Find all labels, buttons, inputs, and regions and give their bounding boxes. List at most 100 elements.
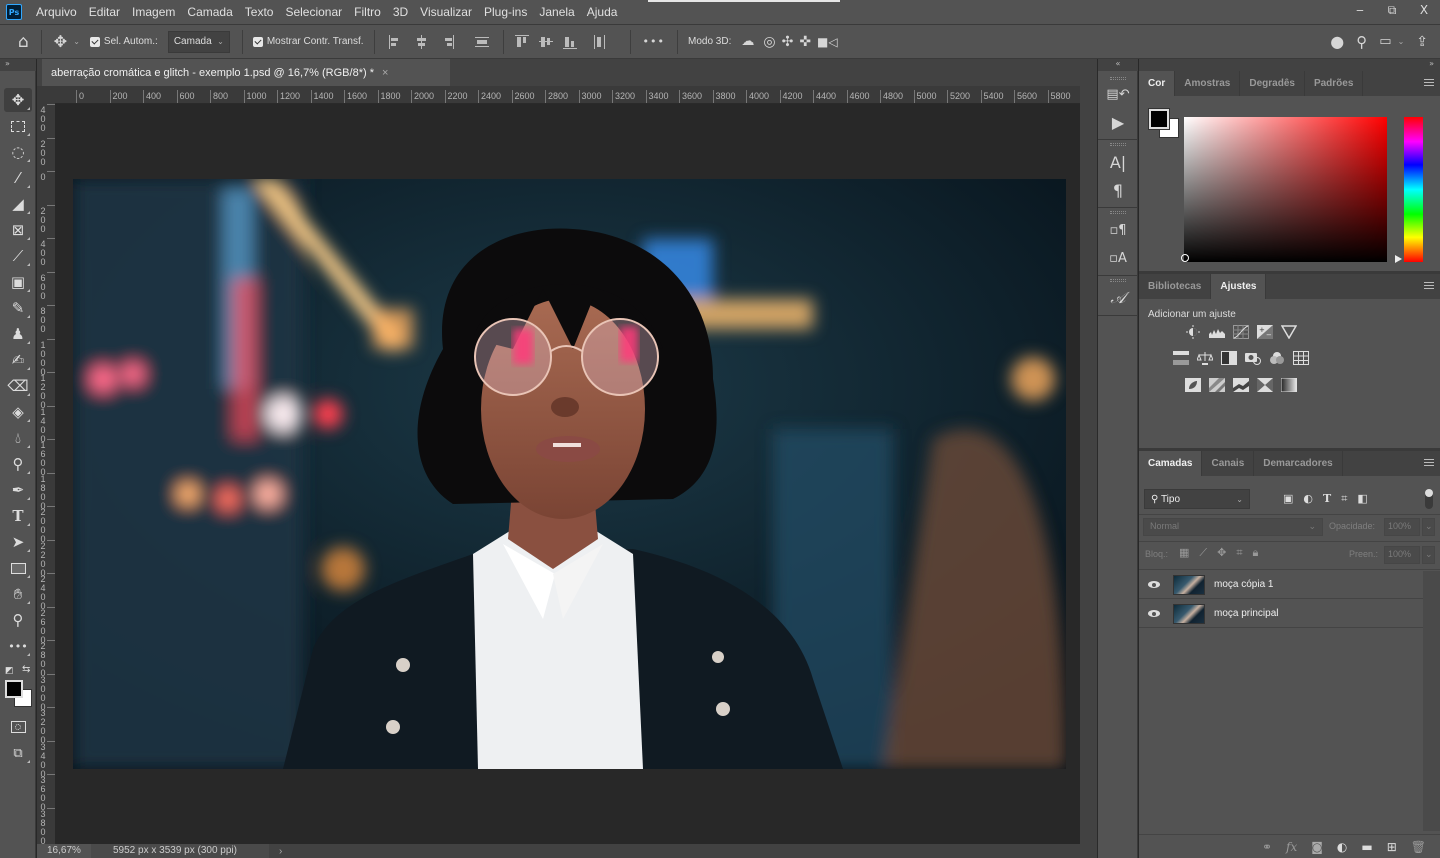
- tab-padroes[interactable]: Padrões: [1305, 71, 1364, 96]
- lock-all-icon[interactable]: 🔒︎: [1253, 546, 1259, 560]
- visibility-eye-icon[interactable]: [1139, 610, 1169, 617]
- ruler-origin[interactable]: [37, 86, 55, 104]
- dodge-tool[interactable]: ⚲: [4, 452, 32, 476]
- menu-arquivo[interactable]: Arquivo: [30, 0, 83, 24]
- lock-position-icon[interactable]: ✥: [1217, 546, 1226, 560]
- levels-icon[interactable]: [1209, 325, 1225, 339]
- lock-image-icon[interactable]: ⟋: [1199, 546, 1207, 560]
- smart-object-filter-icon[interactable]: ◧: [1357, 492, 1367, 506]
- edit-toolbar-icon[interactable]: •••: [4, 634, 32, 658]
- menu-editar[interactable]: Editar: [83, 0, 126, 24]
- eyedropper-tool[interactable]: ⟋: [4, 244, 32, 268]
- layer-row[interactable]: moça principal: [1139, 600, 1423, 628]
- tab-degrades[interactable]: Degradês: [1240, 71, 1305, 96]
- path-selection-tool[interactable]: ➤: [4, 530, 32, 554]
- layer-style-fx-icon[interactable]: fx: [1286, 840, 1297, 854]
- zoom-level[interactable]: 16,67%: [37, 844, 91, 858]
- selective-color-icon[interactable]: [1257, 378, 1273, 392]
- new-layer-icon[interactable]: ⊞: [1387, 840, 1397, 854]
- glyphs-icon[interactable]: 𝒜: [1107, 287, 1129, 309]
- collapse-panels[interactable]: »: [1139, 59, 1440, 71]
- threshold-icon[interactable]: [1233, 378, 1249, 392]
- blend-mode-dropdown[interactable]: Normal ⌄: [1143, 518, 1323, 536]
- ruler-horizontal[interactable]: 0 200 400 600 800 1000 1200 1400 1600 1800 2000 220…: [55, 86, 1080, 104]
- tab-demarcadores[interactable]: Demarcadores: [1254, 451, 1343, 476]
- pan-3d-icon[interactable]: ✣: [779, 34, 797, 50]
- swap-colors-icon[interactable]: ⇆: [22, 664, 30, 675]
- filter-toggle[interactable]: [1425, 489, 1433, 509]
- tab-amostras[interactable]: Amostras: [1175, 71, 1241, 96]
- layer-name[interactable]: moça cópia 1: [1214, 579, 1273, 590]
- menu-3d[interactable]: 3D: [387, 0, 414, 24]
- tab-canais[interactable]: Canais: [1202, 451, 1255, 476]
- hue-slider[interactable]: [1404, 117, 1423, 262]
- search-icon[interactable]: ⚲: [1350, 33, 1373, 51]
- share-icon[interactable]: ⇪: [1410, 34, 1434, 50]
- shape-layer-filter-icon[interactable]: ⌗: [1341, 492, 1347, 506]
- show-transform-checkbox[interactable]: Mostrar Contr. Transf.: [249, 36, 368, 47]
- fill-input[interactable]: 100%: [1384, 546, 1420, 564]
- menu-camada[interactable]: Camada: [181, 0, 238, 24]
- ruler-vertical[interactable]: 400 200 0 200 400 600 800 1000 1200 1400 1600 1800 2…: [37, 104, 55, 844]
- tab-cor[interactable]: Cor: [1139, 71, 1176, 96]
- character-icon[interactable]: A|: [1107, 151, 1129, 173]
- tab-bibliotecas[interactable]: Bibliotecas: [1139, 274, 1212, 299]
- auto-select-checkbox[interactable]: Sel. Autom.:: [86, 36, 162, 47]
- menu-janela[interactable]: Janela: [533, 0, 580, 24]
- blur-tool[interactable]: 💧︎: [4, 426, 32, 450]
- status-menu-arrow[interactable]: ›: [279, 846, 282, 857]
- opacity-input[interactable]: 100%: [1384, 518, 1420, 536]
- layer-filter-dropdown[interactable]: ⚲ Tipo ⌄: [1144, 489, 1250, 509]
- color-lookup-icon[interactable]: [1293, 351, 1309, 365]
- paragraph-icon[interactable]: ¶: [1107, 179, 1129, 201]
- black-white-icon[interactable]: [1221, 351, 1237, 365]
- color-balance-icon[interactable]: [1196, 351, 1214, 365]
- type-tool[interactable]: T: [4, 504, 32, 528]
- link-layers-icon[interactable]: ⚭: [1262, 840, 1272, 854]
- frame-tool[interactable]: ⊠: [4, 218, 32, 242]
- posterize-icon[interactable]: [1209, 378, 1225, 392]
- grip-handle[interactable]: [1110, 279, 1126, 282]
- visibility-eye-icon[interactable]: [1139, 581, 1169, 588]
- delete-layer-trash-icon[interactable]: 🗑︎: [1411, 840, 1426, 854]
- menu-ajuda[interactable]: Ajuda: [581, 0, 624, 24]
- pixel-layer-filter-icon[interactable]: ▣: [1283, 492, 1293, 506]
- zoom-tool[interactable]: ⚲: [4, 608, 32, 632]
- tab-camadas[interactable]: Camadas: [1139, 451, 1203, 476]
- layer-row[interactable]: moça cópia 1: [1139, 571, 1423, 599]
- clone-stamp-tool[interactable]: ♟: [4, 322, 32, 346]
- screen-mode-icon[interactable]: ⧉: [4, 741, 32, 765]
- foreground-color-swatch[interactable]: [5, 680, 23, 698]
- curves-icon[interactable]: [1233, 325, 1249, 339]
- menu-selecionar[interactable]: Selecionar: [279, 0, 348, 24]
- brightness-contrast-icon[interactable]: [1185, 325, 1201, 339]
- paragraph-styles-icon[interactable]: ▫¶: [1107, 219, 1129, 241]
- vibrance-icon[interactable]: [1280, 325, 1298, 340]
- grip-handle[interactable]: [1110, 77, 1126, 80]
- home-icon[interactable]: ⌂: [12, 32, 35, 52]
- add-mask-icon[interactable]: ◙: [1311, 840, 1323, 854]
- hand-tool[interactable]: ✋︎: [4, 582, 32, 606]
- workspace-icon[interactable]: ▭ ⌄: [1373, 34, 1410, 49]
- photo-filter-icon[interactable]: [1245, 351, 1261, 365]
- document-image[interactable]: [73, 179, 1066, 769]
- close-tab-icon[interactable]: ×: [382, 67, 388, 79]
- marquee-tool[interactable]: [4, 114, 32, 138]
- slice-tool[interactable]: ◢: [4, 192, 32, 216]
- hue-saturation-icon[interactable]: [1173, 351, 1189, 365]
- brush-tool[interactable]: ✎: [4, 296, 32, 320]
- quick-mask-icon[interactable]: [4, 715, 32, 739]
- auto-select-target-dropdown[interactable]: Camada ⌄: [167, 30, 230, 53]
- layer-name[interactable]: moça principal: [1214, 608, 1278, 619]
- fill-dropdown[interactable]: ⌄: [1422, 546, 1435, 564]
- invert-icon[interactable]: [1185, 378, 1201, 392]
- default-colors-icon[interactable]: ◩: [5, 666, 14, 676]
- close-button[interactable]: X: [1408, 0, 1440, 20]
- healing-brush-tool[interactable]: ▣: [4, 270, 32, 294]
- color-field-pointer[interactable]: [1181, 254, 1189, 262]
- character-styles-icon[interactable]: ▫A: [1107, 247, 1129, 269]
- collapse-icon-dock[interactable]: «: [1098, 59, 1138, 71]
- restore-button[interactable]: ⧉: [1376, 0, 1408, 20]
- new-adjustment-layer-icon[interactable]: ◐: [1337, 840, 1347, 854]
- paint-bucket-tool[interactable]: ◈: [4, 400, 32, 424]
